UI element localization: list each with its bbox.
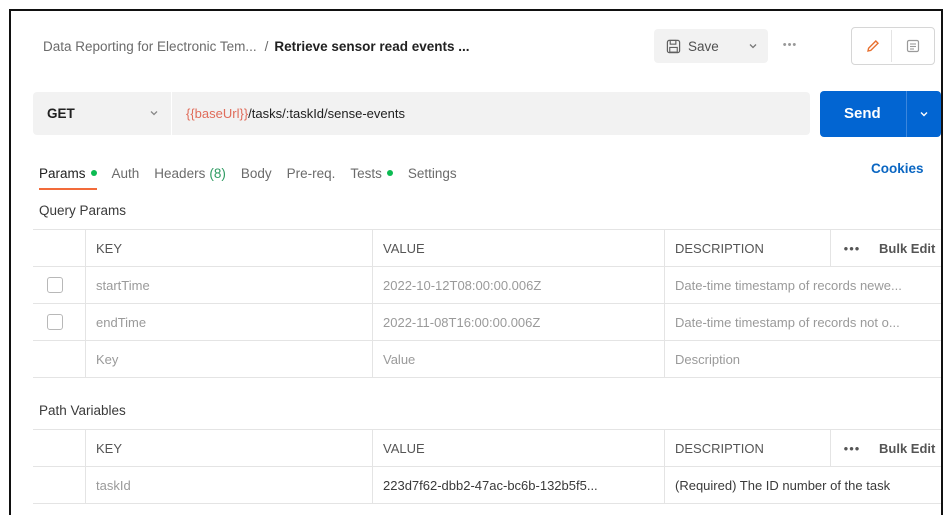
chevron-down-icon bbox=[749, 44, 757, 49]
url-input[interactable]: {{baseUrl}}/tasks/:taskId/sense-events bbox=[172, 92, 810, 135]
url-path: /tasks/:taskId/sense-events bbox=[248, 106, 405, 121]
table-row: startTime 2022-10-12T08:00:00.006Z Date-… bbox=[33, 267, 941, 304]
tab-settings[interactable]: Settings bbox=[408, 166, 457, 181]
value-column-header: VALUE bbox=[372, 230, 664, 266]
breadcrumb-separator: / bbox=[264, 39, 269, 54]
new-key-input[interactable]: Key bbox=[85, 341, 372, 377]
breadcrumb-collection[interactable]: Data Reporting for Electronic Tem... bbox=[43, 39, 257, 54]
method-value: GET bbox=[47, 106, 75, 121]
tab-headers[interactable]: Headers (8) bbox=[154, 166, 226, 181]
tab-label: Headers bbox=[154, 165, 206, 181]
param-enable-checkbox[interactable] bbox=[47, 277, 63, 293]
param-enable-checkbox[interactable] bbox=[47, 314, 63, 330]
request-tabs: Params Auth Headers (8) Body Pre-req. Tes… bbox=[39, 161, 472, 190]
status-dot bbox=[90, 170, 97, 176]
table-row: taskId 223d7f62-dbb2-47ac-bc6b-132b5f5..… bbox=[33, 467, 941, 504]
description-column-header: DESCRIPTION bbox=[664, 430, 830, 466]
checkbox-cell bbox=[33, 341, 85, 377]
documentation-icon bbox=[906, 39, 920, 53]
more-actions-button[interactable]: ••• bbox=[779, 35, 801, 55]
chevron-down-icon bbox=[920, 112, 928, 117]
param-value-cell[interactable]: 2022-11-08T16:00:00.006Z bbox=[372, 304, 664, 340]
new-param-row: Key Value Description bbox=[33, 341, 941, 378]
tab-pre-request[interactable]: Pre-req. bbox=[287, 166, 336, 181]
tab-label: Tests bbox=[350, 165, 382, 181]
path-variables-table: KEY VALUE DESCRIPTION ••• Bulk Edit task… bbox=[33, 429, 941, 504]
column-options-button[interactable]: ••• bbox=[830, 230, 873, 266]
ellipsis-icon: ••• bbox=[782, 39, 798, 51]
save-label: Save bbox=[688, 38, 719, 54]
chevron-down-icon bbox=[149, 106, 159, 121]
pencil-icon bbox=[866, 40, 879, 52]
checkbox-cell bbox=[33, 267, 85, 303]
floppy-disk-icon bbox=[666, 39, 681, 53]
tab-label: Pre-req. bbox=[286, 165, 336, 181]
query-params-title: Query Params bbox=[39, 203, 127, 218]
param-key-cell[interactable]: endTime bbox=[85, 304, 372, 340]
status-dot bbox=[386, 170, 393, 176]
tab-label: Auth bbox=[111, 165, 140, 181]
table-row: endTime 2022-11-08T16:00:00.006Z Date-ti… bbox=[33, 304, 941, 341]
tab-label: Params bbox=[39, 165, 86, 181]
checkbox-cell bbox=[33, 467, 85, 503]
param-value-cell[interactable]: 2022-10-12T08:00:00.006Z bbox=[372, 267, 664, 303]
save-options-dropdown[interactable] bbox=[738, 29, 768, 63]
checkbox-column-header bbox=[33, 430, 85, 466]
key-column-header: KEY bbox=[85, 230, 372, 266]
description-column-header: DESCRIPTION bbox=[664, 230, 830, 266]
send-label: Send bbox=[844, 105, 881, 122]
breadcrumb-request-name[interactable]: Retrieve sensor read events ... bbox=[274, 39, 469, 54]
view-mode-toggle bbox=[851, 27, 935, 65]
path-variable-description-cell[interactable]: (Required) The ID number of the task bbox=[664, 467, 941, 503]
send-options-dropdown[interactable] bbox=[906, 91, 941, 137]
checkbox-column-header bbox=[33, 230, 85, 266]
tab-params[interactable]: Params bbox=[39, 165, 97, 190]
value-column-header: VALUE bbox=[372, 430, 664, 466]
param-description-cell[interactable]: Date-time timestamp of records not o... bbox=[664, 304, 941, 340]
path-variables-title: Path Variables bbox=[39, 403, 126, 418]
ellipsis-icon: ••• bbox=[843, 440, 861, 456]
checkbox-cell bbox=[33, 304, 85, 340]
save-button-group: Save bbox=[654, 29, 768, 63]
path-variable-key-cell: taskId bbox=[85, 467, 372, 503]
headers-count-badge: (8) bbox=[209, 165, 226, 181]
request-editor-window: Data Reporting for Electronic Tem... / Ret… bbox=[9, 9, 943, 515]
breadcrumb: Data Reporting for Electronic Tem... / Ret… bbox=[43, 39, 469, 54]
bulk-edit-button[interactable]: Bulk Edit bbox=[873, 230, 941, 266]
bulk-edit-button[interactable]: Bulk Edit bbox=[873, 430, 941, 466]
new-value-input[interactable]: Value bbox=[372, 341, 664, 377]
method-select[interactable]: GET bbox=[33, 92, 171, 135]
url-base-variable: {{baseUrl}} bbox=[186, 106, 249, 121]
key-column-header: KEY bbox=[85, 430, 372, 466]
new-description-input[interactable]: Description bbox=[664, 341, 941, 377]
table-header-row: KEY VALUE DESCRIPTION ••• Bulk Edit bbox=[33, 430, 941, 467]
documentation-button[interactable] bbox=[894, 30, 932, 62]
ellipsis-icon: ••• bbox=[843, 240, 861, 256]
request-header: Data Reporting for Electronic Tem... / Ret… bbox=[11, 11, 941, 81]
tab-tests[interactable]: Tests bbox=[350, 166, 393, 181]
tab-label: Body bbox=[240, 165, 272, 181]
edit-mode-button[interactable] bbox=[854, 30, 892, 62]
save-button[interactable]: Save bbox=[654, 29, 738, 63]
param-key-cell[interactable]: startTime bbox=[85, 267, 372, 303]
param-description-cell[interactable]: Date-time timestamp of records newe... bbox=[664, 267, 941, 303]
column-options-button[interactable]: ••• bbox=[830, 430, 873, 466]
send-button[interactable]: Send bbox=[820, 91, 941, 137]
query-params-table: KEY VALUE DESCRIPTION ••• Bulk Edit star… bbox=[33, 229, 941, 378]
tab-body[interactable]: Body bbox=[241, 166, 272, 181]
path-variable-value-cell[interactable]: 223d7f62-dbb2-47ac-bc6b-132b5f5... bbox=[372, 467, 664, 503]
tab-auth[interactable]: Auth bbox=[112, 166, 140, 181]
cookies-link[interactable]: Cookies bbox=[871, 161, 924, 176]
tab-label: Settings bbox=[407, 165, 457, 181]
table-header-row: KEY VALUE DESCRIPTION ••• Bulk Edit bbox=[33, 230, 941, 267]
